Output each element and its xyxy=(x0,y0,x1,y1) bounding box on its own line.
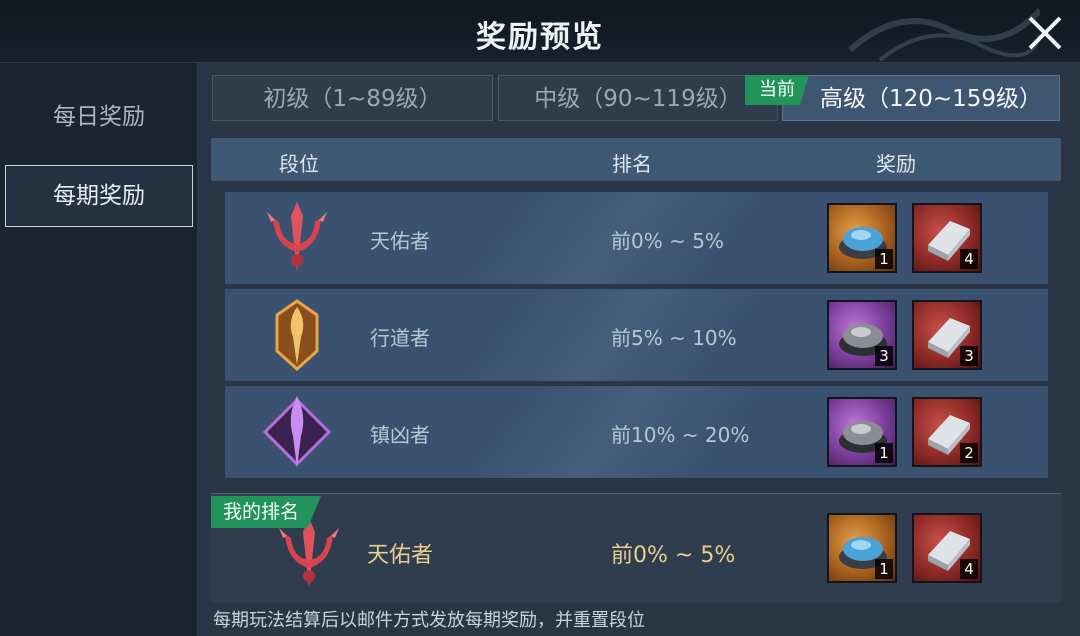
table-row: 镇凶者 前10% ~ 20% 1 2 xyxy=(225,386,1048,478)
reward-item[interactable]: 2 xyxy=(912,397,982,467)
item-count: 1 xyxy=(875,249,893,269)
reward-item[interactable]: 3 xyxy=(827,300,897,370)
my-rank-range: 前0% ~ 5% xyxy=(611,543,736,568)
tab-junior[interactable]: 初级（1~89级） xyxy=(212,75,493,121)
footer-note: 每期玩法结算后以邮件方式发放每期奖励，并重置段位 xyxy=(213,610,645,631)
item-count: 4 xyxy=(960,559,978,579)
reward-item[interactable]: 4 xyxy=(912,203,982,273)
golden-sword-emblem-icon xyxy=(275,299,319,372)
rank-range: 前5% ~ 10% xyxy=(611,326,737,350)
column-header-rank: 排名 xyxy=(612,152,652,176)
item-count: 2 xyxy=(960,443,978,463)
column-header-reward: 奖励 xyxy=(876,152,916,176)
current-badge: 当前 xyxy=(745,75,809,105)
table-header: 段位 排名 奖励 xyxy=(211,138,1061,181)
trident-emblem-icon xyxy=(267,202,327,272)
column-header-tier: 段位 xyxy=(279,152,319,176)
reward-item[interactable]: 1 xyxy=(827,397,897,467)
my-rank-row: 天佑者 前0% ~ 5% 1 4 xyxy=(211,493,1061,602)
sidebar: 每日奖励 每期奖励 xyxy=(0,63,197,636)
tab-senior[interactable]: 高级（120~159级） xyxy=(782,75,1060,121)
reward-item[interactable]: 3 xyxy=(912,300,982,370)
item-count: 1 xyxy=(875,443,893,463)
close-icon xyxy=(1028,16,1062,50)
close-button[interactable] xyxy=(1022,10,1068,56)
tier-name: 镇凶者 xyxy=(370,423,430,447)
reward-item[interactable]: 1 xyxy=(827,203,897,273)
page-title: 奖励预览 xyxy=(476,20,604,55)
sidebar-item-period-rewards[interactable]: 每期奖励 xyxy=(5,165,193,227)
tier-name: 行道者 xyxy=(370,326,430,350)
reward-item[interactable]: 1 xyxy=(827,513,897,583)
header-bar: 奖励预览 xyxy=(0,0,1080,63)
purple-blade-emblem-icon xyxy=(262,396,332,468)
sidebar-item-daily-rewards[interactable]: 每日奖励 xyxy=(5,86,193,148)
item-count: 3 xyxy=(875,346,893,366)
item-count: 1 xyxy=(875,559,893,579)
tab-intermediate[interactable]: 中级（90~119级） xyxy=(498,75,778,121)
item-count: 4 xyxy=(960,249,978,269)
item-count: 3 xyxy=(960,346,978,366)
tier-name: 天佑者 xyxy=(370,229,430,253)
table-row: 行道者 前5% ~ 10% 3 3 xyxy=(225,289,1048,381)
reward-item[interactable]: 4 xyxy=(912,513,982,583)
rank-range: 前0% ~ 5% xyxy=(611,229,724,253)
rank-range: 前10% ~ 20% xyxy=(611,423,750,447)
my-rank-badge: 我的排名 xyxy=(211,496,321,528)
table-row: 天佑者 前0% ~ 5% 1 4 xyxy=(225,192,1048,284)
my-tier-name: 天佑者 xyxy=(367,543,434,568)
